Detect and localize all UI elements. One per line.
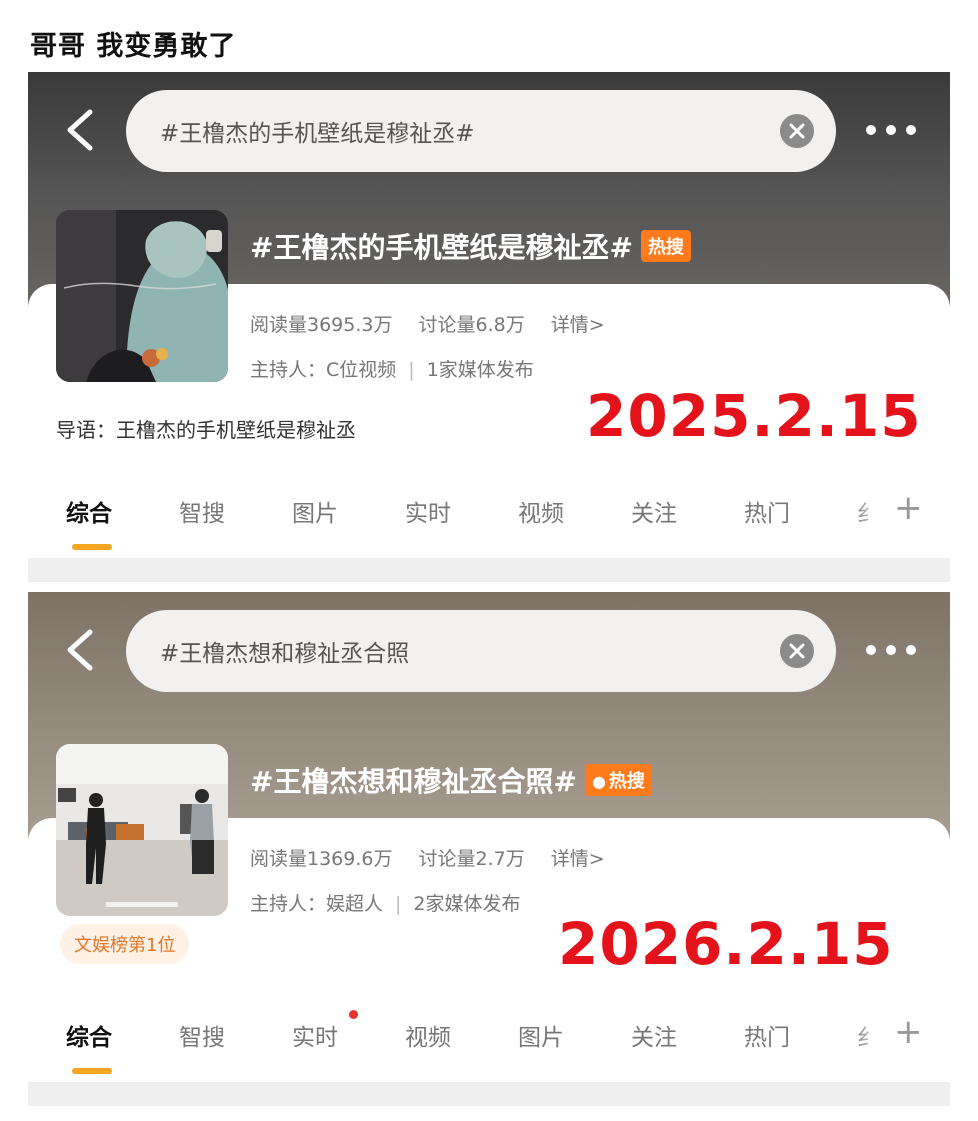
tab-smart-search[interactable]: 智搜 (179, 1018, 225, 1052)
media-count[interactable]: 1家媒体发布 (427, 359, 534, 381)
discuss-count: 讨论量2.7万 (418, 848, 525, 870)
detail-link[interactable]: 详情> (551, 848, 605, 870)
host-name[interactable]: 主持人：C位视频 (250, 359, 396, 381)
detail-link[interactable]: 详情> (551, 314, 605, 336)
flame-icon: ● (591, 772, 606, 791)
hot-search-badge: ● 热搜 (584, 764, 652, 796)
host-name[interactable]: 主持人：娱超人 (250, 893, 383, 915)
back-icon[interactable] (62, 628, 98, 672)
entertainment-rank-badge[interactable]: 文娱榜第1位 (60, 924, 190, 964)
topic-screenshot-2025: #王橹杰的手机壁纸是穆祉丞# #王橹杰的手机壁纸是穆祉丞# 热搜 阅读量3695.… (28, 72, 950, 582)
discuss-count: 讨论量6.8万 (418, 314, 525, 336)
topic-guide-text: 导语：王橹杰的手机壁纸是穆祉丞 (56, 418, 356, 442)
tab-realtime[interactable]: 实时 (292, 1018, 338, 1052)
section-divider (28, 558, 950, 582)
divider: | (408, 359, 415, 381)
tab-popular[interactable]: 热门 (744, 1018, 790, 1052)
tab-realtime[interactable]: 实时 (405, 494, 451, 528)
topic-host-info: 主持人：娱超人 | 2家媒体发布 (250, 889, 521, 916)
active-tab-indicator (72, 1068, 112, 1074)
tab-popular[interactable]: 热门 (744, 494, 790, 528)
topic-title: #王橹杰想和穆祉丞合照# ● 热搜 (250, 760, 652, 800)
topic-title-text: #王橹杰的手机壁纸是穆祉丞# (250, 231, 633, 264)
add-tab-icon[interactable]: + (894, 488, 923, 528)
topic-cover-image[interactable] (56, 744, 228, 916)
post-caption: 哥哥 我变勇敢了 (30, 31, 237, 62)
hot-search-badge-label: 热搜 (608, 771, 645, 792)
topic-stats: 阅读量3695.3万 讨论量6.8万 详情> (250, 310, 631, 337)
tab-following[interactable]: 关注 (631, 1018, 677, 1052)
more-options-icon[interactable] (866, 640, 916, 660)
search-input[interactable]: #王橹杰想和穆祉丞合照 (126, 610, 836, 692)
tab-following[interactable]: 关注 (631, 494, 677, 528)
new-content-dot (349, 1010, 358, 1019)
more-options-icon[interactable] (866, 120, 916, 140)
topic-stats: 阅读量1369.6万 讨论量2.7万 详情> (250, 844, 631, 871)
clear-search-icon[interactable] (780, 114, 814, 148)
back-icon[interactable] (62, 108, 98, 152)
clear-search-icon[interactable] (780, 634, 814, 668)
result-tabs: 综合 智搜 图片 实时 视频 关注 热门 纟 + (28, 488, 950, 554)
tab-videos[interactable]: 视频 (518, 494, 564, 528)
media-count[interactable]: 2家媒体发布 (413, 893, 520, 915)
search-query-text: #王橹杰的手机壁纸是穆祉丞# (160, 121, 475, 147)
tab-images[interactable]: 图片 (292, 494, 338, 528)
read-count: 阅读量1369.6万 (250, 848, 393, 870)
search-query-text: #王橹杰想和穆祉丞合照 (160, 641, 410, 667)
tab-images[interactable]: 图片 (518, 1018, 564, 1052)
topic-cover-image[interactable] (56, 210, 228, 382)
search-input[interactable]: #王橹杰的手机壁纸是穆祉丞# (126, 90, 836, 172)
section-divider (28, 1082, 950, 1106)
tab-comprehensive[interactable]: 综合 (66, 1018, 112, 1052)
divider: | (395, 893, 402, 915)
topic-title-text: #王橹杰想和穆祉丞合照# (250, 765, 577, 798)
result-tabs: 综合 智搜 实时 视频 图片 关注 热门 纟 + (28, 1010, 950, 1078)
active-tab-indicator (72, 544, 112, 550)
tab-fade-overlay (852, 494, 886, 534)
add-tab-icon[interactable]: + (894, 1012, 923, 1052)
read-count: 阅读量3695.3万 (250, 314, 393, 336)
topic-screenshot-2026: #王橹杰想和穆祉丞合照 #王橹杰想和穆祉丞合照#●热搜 阅读量1369.6万 (28, 592, 950, 1106)
date-annotation: 2026.2.15 (558, 910, 894, 978)
tab-videos[interactable]: 视频 (405, 1018, 451, 1052)
tab-fade-overlay (852, 1018, 886, 1058)
tab-smart-search[interactable]: 智搜 (179, 494, 225, 528)
topic-title: #王橹杰的手机壁纸是穆祉丞# 热搜 (250, 226, 691, 266)
topic-host-info: 主持人：C位视频 | 1家媒体发布 (250, 355, 534, 382)
date-annotation: 2025.2.15 (586, 382, 922, 450)
hot-search-badge: 热搜 (640, 230, 691, 262)
tab-comprehensive[interactable]: 综合 (66, 494, 112, 528)
